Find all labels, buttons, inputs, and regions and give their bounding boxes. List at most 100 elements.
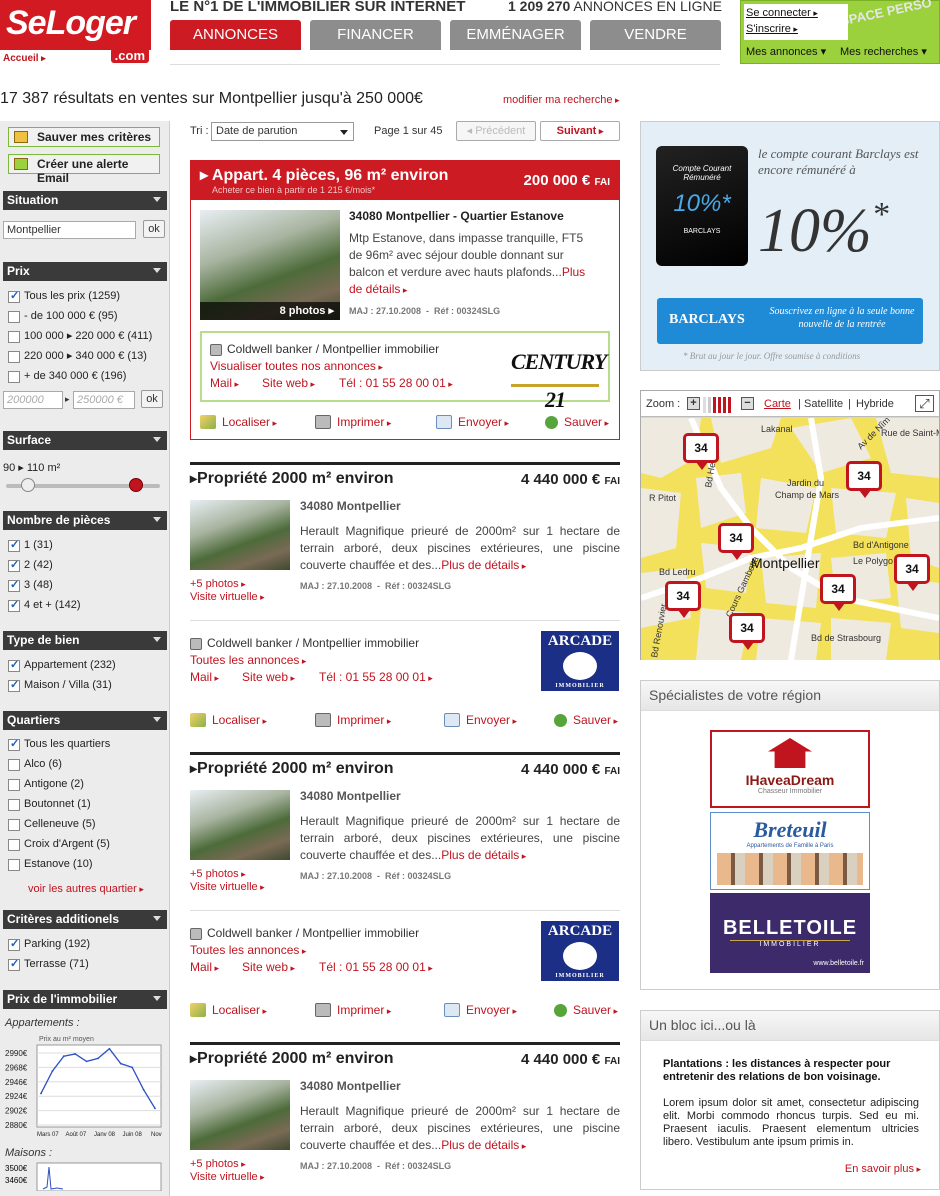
specialist-belletoile[interactable]: BELLETOILE IMMOBILIER www.belletoile.fr: [710, 893, 870, 973]
more-quartiers-link[interactable]: voir les autres quartier: [28, 883, 144, 895]
checkbox-prix-4[interactable]: + de 340 000 € (196): [8, 370, 126, 384]
listing-envoyer[interactable]: Envoyer: [444, 713, 517, 727]
checkbox-prix-3[interactable]: 220 000 ▸ 340 000 € (13): [8, 350, 147, 364]
featured-mail-link[interactable]: Mail: [210, 376, 239, 390]
checkbox-box[interactable]: [8, 559, 20, 572]
situation-header[interactable]: Situation: [3, 191, 167, 210]
specialist-breteuil[interactable]: Breteuil Appartements de Famille à Paris: [710, 812, 870, 890]
featured-localiser[interactable]: Localiser: [200, 415, 277, 429]
checkbox-box[interactable]: [8, 779, 20, 791]
listing-more-link[interactable]: Plus de détails: [441, 848, 526, 862]
prix-header[interactable]: Prix: [3, 262, 167, 281]
listing-virtual-visit-link[interactable]: Visite virtuelle: [190, 591, 265, 603]
map-type-carte[interactable]: Carte: [764, 398, 791, 410]
listing-mail-link[interactable]: Mail: [190, 670, 219, 684]
featured-all-ads-link[interactable]: Visualiser toutes nos annonces: [210, 359, 383, 373]
checkbox-box[interactable]: [8, 539, 20, 552]
sort-select[interactable]: Date de parution: [211, 122, 354, 141]
zoom-level-bar[interactable]: [703, 397, 737, 413]
map-pin[interactable]: 34: [846, 461, 882, 498]
arcade-logo[interactable]: ARCADE IMMOBILIER: [541, 631, 619, 691]
listing-virtual-visit-link[interactable]: Visite virtuelle: [190, 881, 265, 893]
connect-link[interactable]: Se connecter: [746, 7, 818, 19]
previous-button[interactable]: ◂ Précédent: [456, 121, 536, 141]
checkbox-box[interactable]: [8, 799, 20, 811]
map-pin[interactable]: 34: [683, 433, 719, 470]
listing-envoyer[interactable]: Envoyer: [444, 1003, 517, 1017]
map-pin[interactable]: 34: [718, 523, 754, 560]
listing-tel-link[interactable]: Tél : 01 55 28 00 01: [319, 960, 433, 974]
checkbox-box[interactable]: [8, 579, 20, 592]
map-type-hybride[interactable]: Hybride: [856, 398, 894, 410]
listing-all-ads-link[interactable]: Toutes les annonces: [190, 943, 306, 957]
surface-min-handle[interactable]: [21, 478, 35, 492]
listing-photos-link[interactable]: +5 photos: [190, 868, 246, 880]
quartiers-header[interactable]: Quartiers: [3, 711, 167, 730]
checkbox-box[interactable]: [8, 290, 20, 303]
checkbox-box[interactable]: [8, 819, 20, 831]
checkbox-box[interactable]: [8, 839, 20, 851]
checkbox-pieces-2[interactable]: 3 (48): [8, 579, 53, 593]
checkbox-quartiers-3[interactable]: Boutonnet (1): [8, 798, 91, 812]
zoom-out-button[interactable]: −: [741, 397, 754, 410]
listing-title[interactable]: Propriété 2000 m² environ: [190, 470, 394, 488]
checkbox-box[interactable]: [8, 759, 20, 771]
my-ads-link[interactable]: Mes annonces ▾: [746, 45, 826, 58]
listing-title[interactable]: Propriété 2000 m² environ: [190, 1050, 394, 1068]
listing-photo[interactable]: [190, 500, 290, 570]
arcade-logo[interactable]: ARCADE IMMOBILIER: [541, 921, 619, 981]
featured-sauver[interactable]: Sauver: [545, 415, 609, 429]
checkbox-pieces-1[interactable]: 2 (42): [8, 559, 53, 573]
checkbox-prix-2[interactable]: 100 000 ▸ 220 000 € (411): [8, 330, 152, 344]
checkbox-quartiers-2[interactable]: Antigone (2): [8, 778, 84, 792]
map-pin[interactable]: 34: [894, 554, 930, 591]
prix-min-input[interactable]: 200000: [3, 391, 63, 409]
pieces-header[interactable]: Nombre de pièces: [3, 511, 167, 530]
tab-annonces[interactable]: ANNONCES: [170, 20, 301, 50]
modify-search-link[interactable]: modifier ma recherche: [503, 94, 619, 106]
additionnels-header[interactable]: Critères additionels: [3, 910, 167, 929]
checkbox-prix-1[interactable]: - de 100 000 € (95): [8, 310, 118, 324]
checkbox-type-0[interactable]: Appartement (232): [8, 659, 116, 673]
my-searches-link[interactable]: Mes recherches ▾: [840, 45, 927, 58]
map-pin[interactable]: 34: [820, 574, 856, 611]
surface-header[interactable]: Surface: [3, 431, 167, 450]
prix-ok-button[interactable]: ok: [141, 390, 163, 408]
listing-localiser[interactable]: Localiser: [190, 713, 267, 727]
listing-mail-link[interactable]: Mail: [190, 960, 219, 974]
checkbox-box[interactable]: [8, 331, 20, 343]
checkbox-quartiers-6[interactable]: Estanove (10): [8, 858, 92, 872]
featured-photo-count[interactable]: 8 photos ▸: [200, 302, 340, 320]
listing-localiser[interactable]: Localiser: [190, 1003, 267, 1017]
next-button[interactable]: Suivant: [540, 121, 620, 141]
tab-emmenager[interactable]: EMMÉNAGER: [450, 20, 581, 50]
map-pin[interactable]: 34: [665, 581, 701, 618]
checkbox-quartiers-5[interactable]: Croix d'Argent (5): [8, 838, 110, 852]
checkbox-box[interactable]: [8, 659, 20, 672]
listing-site-link[interactable]: Site web: [242, 670, 295, 684]
listing-sauver[interactable]: Sauver: [554, 713, 618, 727]
checkbox-additionnels-0[interactable]: Parking (192): [8, 938, 90, 952]
fullscreen-icon[interactable]: ⤢: [915, 395, 934, 412]
listing-tel-link[interactable]: Tél : 01 55 28 00 01: [319, 670, 433, 684]
featured-envoyer[interactable]: Envoyer: [436, 415, 509, 429]
listing-more-link[interactable]: Plus de détails: [441, 1138, 526, 1152]
zoom-in-button[interactable]: +: [687, 397, 700, 410]
listing-virtual-visit-link[interactable]: Visite virtuelle: [190, 1171, 265, 1183]
situation-input[interactable]: Montpellier: [3, 221, 136, 239]
prix-max-input[interactable]: 250000 €: [73, 391, 135, 409]
bloc-more-link[interactable]: En savoir plus: [845, 1163, 921, 1175]
checkbox-additionnels-1[interactable]: Terrasse (71): [8, 958, 89, 972]
checkbox-quartiers-0[interactable]: Tous les quartiers: [8, 738, 110, 752]
checkbox-box[interactable]: [8, 311, 20, 323]
checkbox-pieces-3[interactable]: 4 et + (142): [8, 599, 81, 613]
listing-title[interactable]: Propriété 2000 m² environ: [190, 760, 394, 778]
situation-ok-button[interactable]: ok: [143, 220, 165, 238]
checkbox-box[interactable]: [8, 938, 20, 951]
listing-sauver[interactable]: Sauver: [554, 1003, 618, 1017]
listing-site-link[interactable]: Site web: [242, 960, 295, 974]
save-criteria-button[interactable]: Sauver mes critères: [8, 127, 160, 147]
map-type-satellite[interactable]: Satellite: [804, 398, 843, 410]
featured-imprimer[interactable]: Imprimer: [315, 415, 391, 429]
listing-photos-link[interactable]: +5 photos: [190, 1158, 246, 1170]
